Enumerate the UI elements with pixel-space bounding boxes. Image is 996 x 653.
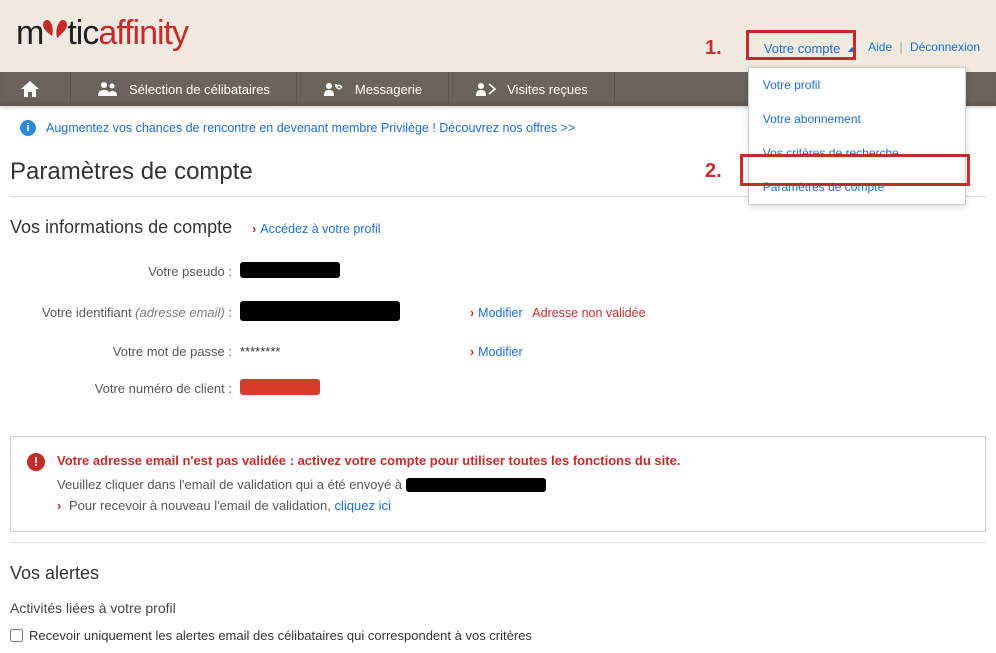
logo-part-2: tic xyxy=(67,14,98,52)
annotation-number-2: 2. xyxy=(705,160,722,183)
utility-separator: | xyxy=(895,40,906,54)
alert-criteria-checkbox[interactable] xyxy=(10,629,23,642)
messaging-icon xyxy=(323,81,345,97)
home-icon xyxy=(20,80,40,98)
menu-item-profile[interactable]: Votre profil xyxy=(749,68,965,102)
alert-header: ! Votre adresse email n'est pas validée … xyxy=(27,453,969,471)
email-value xyxy=(240,301,470,324)
help-link[interactable]: Aide xyxy=(868,40,892,54)
email-label-main: Votre identifiant xyxy=(42,305,135,320)
row-client-number: Votre numéro de client : xyxy=(10,369,986,408)
top-utility-links: Aide | Déconnexion xyxy=(868,40,980,54)
heart-icon xyxy=(43,16,67,42)
site-header: mticaffinity Votre compte Votre profil V… xyxy=(0,0,996,72)
caret-up-icon xyxy=(848,47,856,52)
visits-icon xyxy=(475,81,497,97)
alert-checkbox-row[interactable]: Recevoir uniquement les alertes email de… xyxy=(10,628,986,643)
alert-body: Veuillez cliquer dans l'email de validat… xyxy=(57,477,969,513)
nav-visits-label: Visites reçues xyxy=(507,82,588,97)
redacted-email xyxy=(240,301,400,321)
alerts-section: Vos alertes Activités liées à votre prof… xyxy=(0,543,996,653)
account-info-grid: Votre pseudo : Votre identifiant (adress… xyxy=(0,246,996,426)
menu-item-search-criteria[interactable]: Vos critères de recherche xyxy=(749,136,965,170)
annotation-number-1: 1. xyxy=(705,37,722,60)
alerts-subheading: Activités liées à votre profil xyxy=(10,600,986,616)
account-dropdown-toggle[interactable]: Votre compte xyxy=(754,35,866,62)
menu-item-subscription[interactable]: Votre abonnement xyxy=(749,102,965,136)
nav-messaging-label: Messagerie xyxy=(355,82,422,97)
page-title: Paramètres de compte xyxy=(10,158,253,186)
redacted-alert-email xyxy=(406,478,546,492)
email-validation-alert: ! Votre adresse email n'est pas validée … xyxy=(10,436,986,532)
nav-home[interactable] xyxy=(0,72,71,106)
promo-link[interactable]: Augmentez vos chances de rencontre en de… xyxy=(46,121,575,135)
alert-line-2-prefix: Pour recevoir à nouveau l'email de valid… xyxy=(69,498,335,513)
logo-part-3: affinity xyxy=(98,14,188,52)
email-label-note: (adresse email) xyxy=(135,305,225,320)
logo-part-1: m xyxy=(16,14,43,52)
row-email: Votre identifiant (adresse email) : Modi… xyxy=(10,291,986,334)
alert-line-1-text: Veuillez cliquer dans l'email de validat… xyxy=(57,477,402,492)
row-pseudo: Votre pseudo : xyxy=(10,252,986,291)
alert-icon: ! xyxy=(27,453,45,471)
account-dropdown-label: Votre compte xyxy=(764,41,841,56)
logout-link[interactable]: Déconnexion xyxy=(910,40,980,54)
nav-selection[interactable]: Sélection de célibataires xyxy=(71,72,297,106)
nav-selection-label: Sélection de célibataires xyxy=(129,82,270,97)
password-label: Votre mot de passe : xyxy=(10,344,240,359)
email-label-colon: : xyxy=(225,305,232,320)
password-value: ******** xyxy=(240,344,470,359)
profile-access-link[interactable]: Accédez à votre profil xyxy=(252,222,380,236)
modify-email-link[interactable]: Modifier xyxy=(470,306,523,320)
alert-title: Votre adresse email n'est pas validée : … xyxy=(57,453,680,468)
nav-messaging[interactable]: Messagerie xyxy=(297,72,449,106)
redacted-pseudo xyxy=(240,262,340,278)
pseudo-label: Votre pseudo : xyxy=(10,264,240,279)
people-icon xyxy=(97,81,119,97)
resend-validation-link[interactable]: cliquez ici xyxy=(335,498,391,513)
account-dropdown-menu: Votre profil Votre abonnement Vos critèr… xyxy=(748,67,966,205)
menu-item-account-settings[interactable]: Paramètres de compte xyxy=(749,170,965,204)
alerts-title: Vos alertes xyxy=(10,563,986,584)
pseudo-value xyxy=(240,262,470,281)
site-logo: mticaffinity xyxy=(16,14,188,53)
alert-line-2: Pour recevoir à nouveau l'email de valid… xyxy=(57,498,969,513)
password-actions: Modifier xyxy=(470,344,523,359)
account-info-title: Vos informations de compte xyxy=(10,217,232,238)
alert-checkbox-label: Recevoir uniquement les alertes email de… xyxy=(29,628,532,643)
email-unvalidated-status: Adresse non validée xyxy=(532,306,645,320)
row-password: Votre mot de passe : ******** Modifier xyxy=(10,334,986,369)
client-number-value xyxy=(240,379,470,398)
account-dropdown: Votre compte Votre profil Votre abonneme… xyxy=(754,35,866,62)
modify-password-link[interactable]: Modifier xyxy=(470,345,523,359)
email-label: Votre identifiant (adresse email) : xyxy=(10,305,240,320)
alert-line-1: Veuillez cliquer dans l'email de validat… xyxy=(57,477,969,492)
redacted-client-number xyxy=(240,379,320,395)
email-actions: Modifier Adresse non validée xyxy=(470,305,646,320)
client-number-label: Votre numéro de client : xyxy=(10,381,240,396)
nav-visits[interactable]: Visites reçues xyxy=(449,72,615,106)
info-icon: i xyxy=(20,120,36,136)
